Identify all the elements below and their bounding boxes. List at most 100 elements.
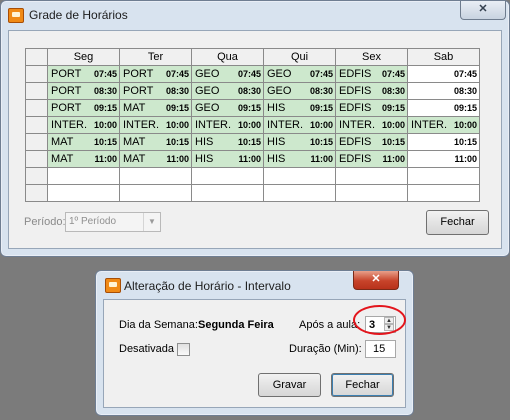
time-text: 10:00 — [165, 120, 189, 130]
column-header: Qui — [263, 48, 336, 66]
time-text: 10:15 — [237, 137, 261, 147]
schedule-cell[interactable]: GEO 07:45 — [263, 65, 336, 83]
column-header: Seg — [47, 48, 120, 66]
main-client-area: Seg Ter Qua Qui Sex Sab PORT 07:45 PORT 07:45 GEO… — [8, 30, 502, 249]
schedule-cell[interactable]: MAT 10:15 — [47, 133, 120, 151]
time-text: 11:00 — [310, 154, 333, 164]
schedule-cell[interactable]: INTER. 10:00 — [335, 116, 408, 134]
schedule-cell[interactable]: PORT 08:30 — [47, 82, 120, 100]
schedule-cell[interactable]: 09:15 — [407, 99, 480, 117]
schedule-cell[interactable]: EDFIS 08:30 — [335, 82, 408, 100]
schedule-cell[interactable]: MAT 10:15 — [119, 133, 192, 151]
time-text: 10:15 — [93, 137, 117, 147]
schedule-cell[interactable]: HIS 09:15 — [263, 99, 336, 117]
schedule-cell[interactable]: PORT 07:45 — [47, 65, 120, 83]
grid-corner-cell — [25, 48, 48, 66]
main-close-button[interactable]: ✕ — [460, 1, 506, 20]
schedule-cell[interactable]: GEO 07:45 — [191, 65, 264, 83]
schedule-cell[interactable]: 08:30 — [407, 82, 480, 100]
duracao-label: Duração (Min): — [289, 343, 362, 355]
schedule-cell[interactable]: GEO 08:30 — [263, 82, 336, 100]
empty-cell[interactable] — [191, 167, 264, 185]
schedule-cell[interactable]: EDFIS 11:00 — [335, 150, 408, 168]
empty-cell[interactable] — [335, 184, 408, 202]
schedule-cell[interactable]: PORT 09:15 — [47, 99, 120, 117]
schedule-cell[interactable]: INTER. 10:00 — [47, 116, 120, 134]
dialog-close-button[interactable]: ✕ — [353, 271, 399, 290]
empty-cell[interactable] — [263, 184, 336, 202]
subject-text: GEO — [195, 68, 220, 80]
schedule-cell[interactable]: PORT 07:45 — [119, 65, 192, 83]
apos-aula-label: Após a aula: — [299, 319, 361, 331]
gravar-button[interactable]: Gravar — [258, 373, 321, 397]
schedule-cell[interactable]: MAT 09:15 — [119, 99, 192, 117]
schedule-cell[interactable]: PORT 08:30 — [119, 82, 192, 100]
schedule-cell[interactable]: INTER. 10:00 — [263, 116, 336, 134]
dialog-client-area: Dia da Semana: Segunda Feira Após a aula… — [103, 299, 406, 408]
schedule-cell[interactable]: INTER. 10:00 — [191, 116, 264, 134]
schedule-cell[interactable]: HIS 10:15 — [191, 133, 264, 151]
duracao-field[interactable]: 15 — [365, 340, 396, 358]
dialog-titlebar: Alteração de Horário - Intervalo ✕ — [96, 271, 413, 299]
empty-cell[interactable] — [47, 184, 120, 202]
time-text: 08:30 — [237, 86, 261, 96]
schedule-cell[interactable]: MAT 11:00 — [47, 150, 120, 168]
empty-cell[interactable] — [407, 167, 480, 185]
empty-cell[interactable] — [263, 167, 336, 185]
row-indicator-cell — [25, 99, 48, 117]
schedule-cell[interactable]: 07:45 — [407, 65, 480, 83]
schedule-cell[interactable]: GEO 08:30 — [191, 82, 264, 100]
empty-cell[interactable] — [119, 167, 192, 185]
schedule-cell[interactable]: INTER. 10:00 — [119, 116, 192, 134]
schedule-cell[interactable]: EDFIS 10:15 — [335, 133, 408, 151]
schedule-cell[interactable]: HIS 10:15 — [263, 133, 336, 151]
time-text: 11:00 — [94, 154, 117, 164]
row-indicator-cell — [25, 150, 48, 168]
subject-text: MAT — [123, 136, 146, 148]
schedule-cell[interactable]: EDFIS 07:45 — [335, 65, 408, 83]
column-header: Ter — [119, 48, 192, 66]
empty-cell[interactable] — [47, 167, 120, 185]
periodo-select[interactable]: 1º Período ▼ — [65, 212, 161, 232]
duracao-value: 15 — [373, 343, 386, 355]
desativada-checkbox[interactable] — [177, 343, 190, 356]
subject-text: EDFIS — [339, 102, 372, 114]
main-window-title: Grade de Horários — [29, 8, 128, 22]
fechar-main-button[interactable]: Fechar — [426, 210, 489, 235]
empty-cell[interactable] — [407, 184, 480, 202]
time-text: 09:15 — [381, 103, 405, 113]
time-text: 09:15 — [93, 103, 117, 113]
subject-text: MAT — [123, 102, 146, 114]
fechar-dialog-button[interactable]: Fechar — [331, 373, 394, 397]
empty-cell[interactable] — [335, 167, 408, 185]
row-indicator-cell — [25, 65, 48, 83]
subject-text: HIS — [267, 153, 286, 165]
time-text: 09:15 — [237, 103, 261, 113]
schedule-cell[interactable]: 10:15 — [407, 133, 480, 151]
table-row: MAT 11:00 MAT 11:00 HIS 11:00 HIS 11:00 EDFIS 11:… — [25, 150, 480, 168]
subject-text: INTER. — [267, 119, 304, 131]
schedule-cell[interactable]: GEO 09:15 — [191, 99, 264, 117]
dialog-title: Alteração de Horário - Intervalo — [124, 279, 291, 293]
fechar-main-label: Fechar — [440, 216, 475, 228]
empty-cell[interactable] — [191, 184, 264, 202]
schedule-cell[interactable]: HIS 11:00 — [191, 150, 264, 168]
schedule-cell[interactable]: MAT 11:00 — [119, 150, 192, 168]
schedule-cell[interactable]: EDFIS 09:15 — [335, 99, 408, 117]
empty-cell[interactable] — [119, 184, 192, 202]
subject-text: GEO — [267, 68, 292, 80]
subject-text: PORT — [51, 68, 82, 80]
schedule-grid: Seg Ter Qua Qui Sex Sab PORT 07:45 PORT 07:45 GEO… — [25, 48, 480, 202]
time-text: 07:45 — [309, 69, 333, 79]
fechar-dialog-label: Fechar — [345, 379, 380, 391]
subject-text: INTER. — [51, 119, 88, 131]
time-text: 11:00 — [238, 154, 261, 164]
column-header: Sab — [407, 48, 480, 66]
schedule-cell[interactable]: HIS 11:00 — [263, 150, 336, 168]
subject-text: PORT — [123, 68, 154, 80]
time-text: 10:00 — [453, 120, 477, 130]
schedule-cell[interactable]: 11:00 — [407, 150, 480, 168]
subject-text: MAT — [51, 136, 74, 148]
schedule-cell[interactable]: INTER. 10:00 — [407, 116, 480, 134]
table-row: PORT 07:45 PORT 07:45 GEO 07:45 GEO 07:45 EDFIS 0… — [25, 65, 480, 83]
